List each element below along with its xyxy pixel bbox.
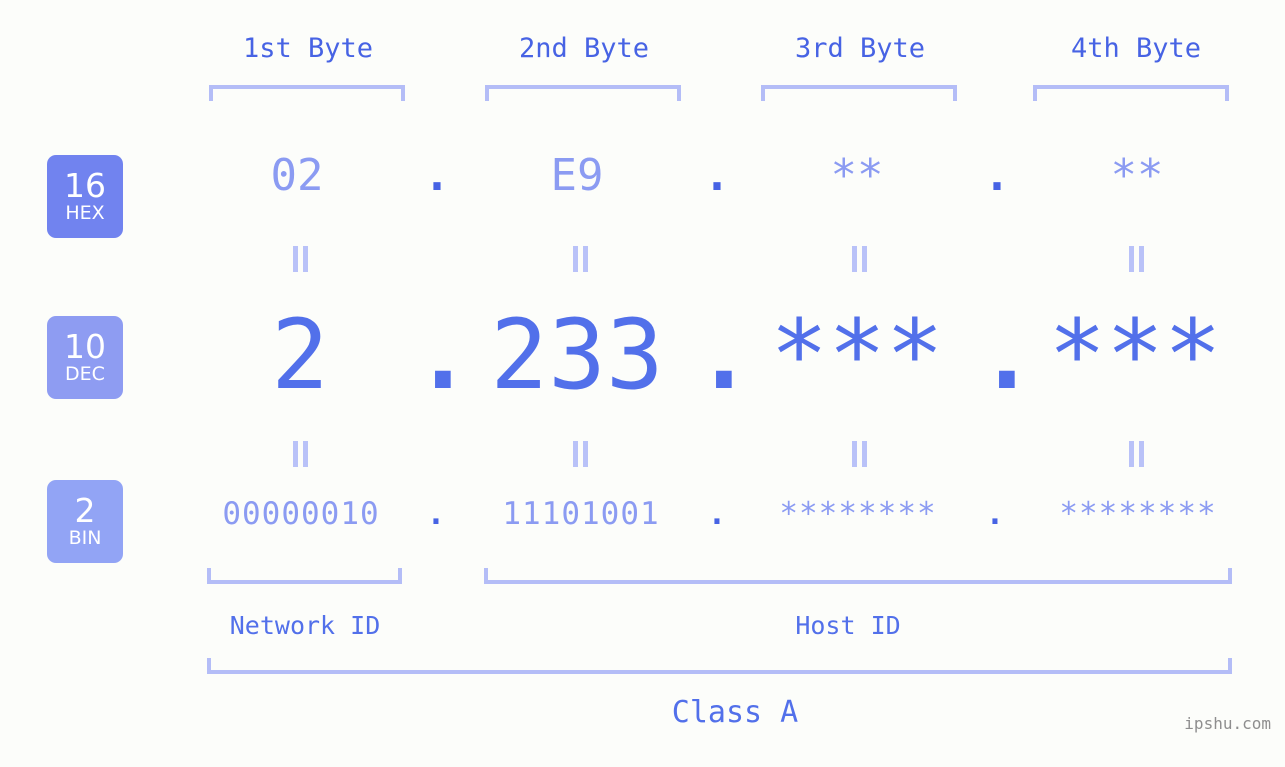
host-id-bracket [484,568,1232,584]
dec-byte-1: 2 [271,299,329,411]
base-badge-bin: 2 BIN [47,480,123,563]
dec-byte-4: *** [1048,299,1222,411]
bin-byte-2: 11101001 [502,496,660,532]
byte-bracket-1 [209,85,405,101]
equals-connector-dec-bin-4 [1124,441,1148,467]
bin-byte-3: ******** [779,496,937,532]
equals-connector-dec-bin-2 [568,441,592,467]
bin-byte-1: 00000010 [222,496,380,532]
hex-byte-2: E9 [550,150,604,201]
network-id-label: Network ID [229,611,381,640]
dec-separator-3: . [978,299,1036,411]
equals-connector-hex-dec-3 [847,246,871,272]
network-id-bracket [207,568,402,584]
site-watermark: ipshu.com [1184,714,1271,733]
class-bracket [207,658,1232,674]
byte-bracket-4 [1033,85,1229,101]
base-badge-hex-label: HEX [65,202,105,224]
dec-byte-3: *** [770,299,944,411]
base-badge-bin-label: BIN [68,527,102,549]
base-badge-dec-label: DEC [65,363,105,385]
dec-separator-1: . [414,299,472,411]
base-badge-dec: 10 DEC [47,316,123,399]
bin-separator-3: . [985,496,1005,532]
equals-connector-hex-dec-2 [568,246,592,272]
class-label: Class A [671,695,799,730]
ip-address-breakdown-diagram: 1st Byte 2nd Byte 3rd Byte 4th Byte 16 H… [0,0,1285,767]
hex-separator-3: . [983,150,1011,201]
hex-byte-4: ** [1110,150,1164,201]
base-badge-hex-number: 16 [64,166,106,205]
bin-separator-2: . [707,496,727,532]
hex-byte-3: ** [830,150,884,201]
equals-connector-dec-bin-1 [288,441,312,467]
byte-header-4: 4th Byte [1070,33,1202,64]
hex-byte-1: 02 [270,150,324,201]
bin-separator-1: . [426,496,446,532]
byte-bracket-2 [485,85,681,101]
byte-header-3: 3rd Byte [794,33,926,64]
base-badge-hex: 16 HEX [47,155,123,238]
dec-separator-2: . [695,299,753,411]
base-badge-dec-number: 10 [64,327,106,366]
bin-byte-4: ******** [1059,496,1217,532]
equals-connector-hex-dec-4 [1124,246,1148,272]
base-badge-bin-number: 2 [74,491,96,530]
byte-header-2: 2nd Byte [518,33,650,64]
byte-bracket-3 [761,85,957,101]
host-id-label: Host ID [795,611,901,640]
equals-connector-dec-bin-3 [847,441,871,467]
hex-separator-2: . [703,150,731,201]
dec-byte-2: 233 [490,299,664,411]
hex-separator-1: . [423,150,451,201]
equals-connector-hex-dec-1 [288,246,312,272]
byte-header-1: 1st Byte [242,33,374,64]
